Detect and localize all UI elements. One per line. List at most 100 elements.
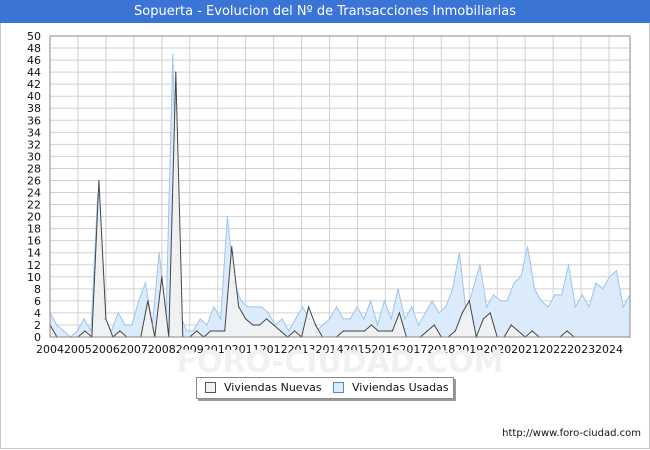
y-tick-label: 2 — [34, 319, 41, 332]
data-point-nuevas — [84, 330, 86, 332]
data-point-nuevas — [531, 330, 533, 332]
data-point-nuevas — [175, 71, 177, 73]
data-point-nuevas — [224, 330, 226, 332]
data-point-usadas — [213, 306, 215, 308]
data-point-usadas — [458, 252, 461, 254]
data-point-usadas — [281, 318, 283, 320]
data-point-usadas — [540, 300, 542, 302]
data-point-usadas — [602, 288, 604, 290]
data-point-usadas — [465, 312, 467, 314]
data-point-usadas — [492, 294, 495, 296]
data-point-nuevas — [370, 324, 373, 326]
data-point-usadas — [445, 306, 447, 308]
data-point-usadas — [83, 318, 85, 320]
data-point-usadas — [376, 324, 379, 326]
data-point-usadas — [486, 306, 488, 308]
data-point-usadas — [404, 318, 406, 320]
y-tick-label: 24 — [27, 187, 41, 200]
data-point-nuevas — [426, 330, 428, 332]
data-point-usadas — [219, 318, 222, 320]
data-point-usadas — [233, 282, 235, 284]
x-tick-label: 2008 — [148, 343, 176, 356]
legend-item-nuevas: Viviendas Nuevas — [205, 381, 322, 394]
legend-label-nuevas: Viviendas Nuevas — [224, 381, 322, 394]
legend-swatch-usadas — [333, 382, 344, 393]
y-tick-label: 10 — [27, 271, 41, 284]
data-point-nuevas — [252, 324, 254, 326]
data-point-usadas — [151, 324, 153, 326]
y-tick-label: 30 — [27, 150, 41, 163]
y-tick-label: 48 — [27, 42, 41, 55]
data-point-usadas — [417, 324, 420, 326]
x-tick-label: 2022 — [539, 343, 567, 356]
data-point-usadas — [608, 276, 611, 278]
data-point-usadas — [479, 264, 481, 266]
y-tick-label: 8 — [34, 283, 41, 296]
data-point-nuevas — [363, 330, 366, 332]
data-point-nuevas — [293, 330, 296, 332]
data-point-usadas — [247, 306, 249, 308]
data-point-usadas — [63, 330, 65, 332]
data-point-usadas — [267, 312, 269, 314]
x-tick-label: 2004 — [36, 343, 64, 356]
data-point-nuevas — [454, 330, 456, 332]
data-point-usadas — [397, 288, 399, 290]
data-point-nuevas — [147, 300, 149, 302]
data-point-usadas — [520, 276, 522, 278]
data-point-nuevas — [119, 330, 121, 332]
data-point-usadas — [342, 318, 345, 320]
data-point-nuevas — [307, 306, 310, 308]
data-point-usadas — [363, 318, 365, 320]
data-point-nuevas — [517, 330, 519, 332]
data-point-usadas — [199, 318, 201, 320]
x-tick-label: 2021 — [511, 343, 539, 356]
data-point-usadas — [260, 306, 263, 308]
plot-area — [50, 36, 630, 337]
legend-item-usadas: Viviendas Usadas — [333, 381, 449, 394]
y-tick-label: 22 — [27, 199, 41, 212]
data-point-usadas — [192, 330, 194, 332]
data-point-nuevas — [468, 300, 470, 302]
data-point-usadas — [329, 318, 331, 320]
y-tick-label: 14 — [27, 247, 41, 260]
data-point-usadas — [315, 330, 317, 332]
data-point-usadas — [370, 300, 372, 302]
data-point-usadas — [131, 324, 133, 326]
data-point-nuevas — [398, 312, 400, 314]
data-point-nuevas — [280, 330, 282, 332]
data-point-usadas — [356, 306, 358, 308]
y-tick-label: 4 — [34, 307, 41, 320]
data-point-usadas — [554, 294, 556, 296]
data-point-usadas — [97, 191, 99, 194]
y-tick-label: 34 — [27, 126, 41, 139]
data-point-usadas — [615, 270, 617, 272]
data-point-nuevas — [231, 246, 233, 248]
chart-legend: Viviendas Nuevas Viviendas Usadas — [196, 377, 454, 399]
legend-label-usadas: Viviendas Usadas — [352, 381, 449, 394]
data-point-nuevas — [259, 324, 261, 326]
data-point-usadas — [206, 324, 208, 326]
y-tick-label: 16 — [27, 235, 41, 248]
x-tick-label: 2006 — [92, 343, 120, 356]
x-tick-label: 2005 — [64, 343, 92, 356]
data-point-nuevas — [196, 330, 198, 332]
data-point-usadas — [138, 300, 140, 302]
data-point-usadas — [588, 306, 590, 308]
x-tick-label: 2024 — [595, 343, 623, 356]
data-point-usadas — [165, 318, 167, 320]
y-tick-label: 46 — [27, 54, 41, 67]
data-point-usadas — [254, 306, 256, 308]
data-point-usadas — [390, 318, 392, 320]
data-point-usadas — [451, 288, 454, 290]
data-point-nuevas — [356, 330, 359, 332]
y-tick-label: 6 — [34, 295, 41, 308]
data-point-nuevas — [566, 330, 568, 332]
data-point-usadas — [110, 330, 113, 332]
data-point-nuevas — [461, 312, 463, 314]
legend-swatch-nuevas — [205, 382, 216, 393]
data-point-nuevas — [266, 318, 268, 320]
data-point-nuevas — [98, 179, 100, 182]
y-tick-label: 44 — [27, 66, 41, 79]
data-point-usadas — [581, 294, 583, 296]
data-point-usadas — [240, 300, 242, 302]
